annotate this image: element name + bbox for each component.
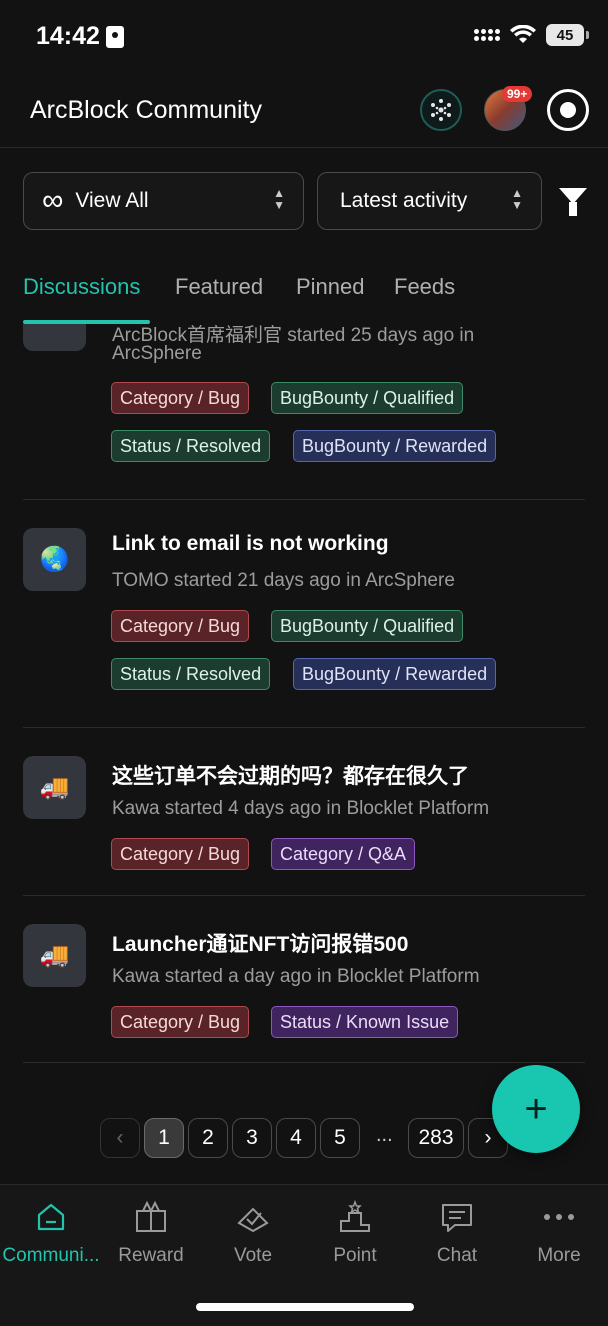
home-icon xyxy=(37,1203,65,1231)
divider xyxy=(23,1062,585,1063)
app-header: ArcBlock Community 99+ xyxy=(0,74,608,148)
post-meta: Kawa started a day ago in Blocklet Platf… xyxy=(112,966,480,987)
nav-label: Communi... xyxy=(2,1245,100,1266)
prev-page-button[interactable]: ‹ xyxy=(100,1118,140,1158)
tag[interactable]: Status / Known Issue xyxy=(271,1006,459,1038)
page-button-1[interactable]: 1 xyxy=(144,1118,184,1158)
filter-icon[interactable] xyxy=(559,188,587,216)
tag[interactable]: Status / Resolved xyxy=(111,430,271,462)
vote-icon xyxy=(237,1207,269,1233)
tag[interactable]: Category / Bug xyxy=(111,382,250,414)
podium-icon xyxy=(340,1199,370,1232)
record-icon[interactable] xyxy=(547,89,589,131)
nav-chat[interactable]: Chat xyxy=(406,1199,508,1267)
tag[interactable]: BugBounty / Rewarded xyxy=(293,430,497,462)
page-button-last[interactable]: 283 xyxy=(408,1118,464,1158)
post-title[interactable]: Launcher通证NFT访问报错500 xyxy=(112,928,408,958)
status-time: 14:42 xyxy=(36,22,100,50)
truck-icon: 🚚 xyxy=(23,924,86,987)
tag[interactable]: Category / Bug xyxy=(111,1006,250,1038)
nav-label: Reward xyxy=(118,1245,184,1266)
page-button-3[interactable]: 3 xyxy=(232,1118,272,1158)
tag[interactable]: BugBounty / Qualified xyxy=(271,382,464,414)
tag[interactable]: BugBounty / Qualified xyxy=(271,610,464,642)
battery-icon: 45 xyxy=(546,24,589,46)
page-button-5[interactable]: 5 xyxy=(320,1118,360,1158)
page-button-2[interactable]: 2 xyxy=(188,1118,228,1158)
tab-bar: Discussions Featured Pinned Feeds xyxy=(0,262,608,324)
post-meta: TOMO started 21 days ago in ArcSphere xyxy=(112,570,455,591)
view-filter-value: View All xyxy=(75,189,149,212)
nav-label: Point xyxy=(333,1245,377,1266)
tag[interactable]: Status / Resolved xyxy=(111,658,271,690)
page-title: ArcBlock Community xyxy=(30,96,262,124)
tag[interactable]: BugBounty / Rewarded xyxy=(293,658,497,690)
globe-icon: 🌏 xyxy=(23,528,86,591)
chevron-updown-icon: ▲ ▼ xyxy=(273,186,285,212)
nav-vote[interactable]: Vote xyxy=(202,1199,304,1267)
list-item[interactable]: 🌏 Link to email is not working TOMO star… xyxy=(0,500,608,728)
tab-discussions[interactable]: Discussions xyxy=(23,274,140,300)
post-title[interactable]: 这些订单不会过期的吗？都存在很久了 xyxy=(112,760,469,790)
list-item[interactable]: 🚚 Launcher通证NFT访问报错500 Kawa started a da… xyxy=(0,896,608,1064)
infinity-icon: ∞ xyxy=(42,184,64,217)
sort-value: Latest activity xyxy=(340,189,468,212)
post-meta-continued: ArcSphere xyxy=(112,343,202,364)
post-icon xyxy=(23,324,86,351)
nav-more[interactable]: More xyxy=(508,1199,608,1267)
tab-feeds[interactable]: Feeds xyxy=(394,274,455,300)
nav-label: Vote xyxy=(233,1245,273,1266)
post-title[interactable]: Link to email is not working xyxy=(112,532,389,556)
new-post-button[interactable]: + xyxy=(492,1065,580,1153)
status-indicators: 45 xyxy=(474,24,589,46)
pagination-ellipsis: ... xyxy=(376,1124,393,1146)
nav-reward[interactable]: Reward xyxy=(100,1199,202,1267)
truck-icon: 🚚 xyxy=(23,756,86,819)
list-item[interactable]: ArcBlock首席福利官 started 25 days ago in Arc… xyxy=(0,324,608,500)
chat-icon xyxy=(442,1204,472,1232)
nav-point[interactable]: Point xyxy=(304,1199,406,1267)
wifi-icon xyxy=(510,25,536,43)
list-item[interactable]: 🚚 这些订单不会过期的吗？都存在很久了 Kawa started 4 days … xyxy=(0,728,608,896)
tag[interactable]: Category / Bug xyxy=(111,610,250,642)
nav-community[interactable]: Communi... xyxy=(0,1199,102,1267)
post-meta: Kawa started 4 days ago in Blocklet Plat… xyxy=(112,798,490,819)
more-icon xyxy=(544,1214,574,1220)
orientation-lock-icon xyxy=(106,26,124,48)
nav-label: More xyxy=(537,1245,581,1266)
home-indicator xyxy=(196,1303,414,1311)
tag[interactable]: Category / Bug xyxy=(111,838,250,870)
view-filter-select[interactable]: ∞ View All ▲ ▼ xyxy=(23,172,304,230)
gift-icon xyxy=(136,1200,166,1232)
page-button-4[interactable]: 4 xyxy=(276,1118,316,1158)
notification-badge: 99+ xyxy=(502,86,533,102)
discussion-list: ArcBlock首席福利官 started 25 days ago in Arc… xyxy=(0,324,608,1080)
tag[interactable]: Category / Q&A xyxy=(271,838,416,870)
chevron-updown-icon: ▲ ▼ xyxy=(511,186,523,212)
sort-select[interactable]: Latest activity ▲ ▼ xyxy=(317,172,542,230)
signal-icon xyxy=(474,29,500,41)
tab-featured[interactable]: Featured xyxy=(175,274,263,300)
status-bar: 14:42 45 xyxy=(0,0,608,74)
tab-pinned[interactable]: Pinned xyxy=(296,274,365,300)
arcblock-logo-icon[interactable] xyxy=(420,89,462,131)
nav-label: Chat xyxy=(436,1245,478,1266)
